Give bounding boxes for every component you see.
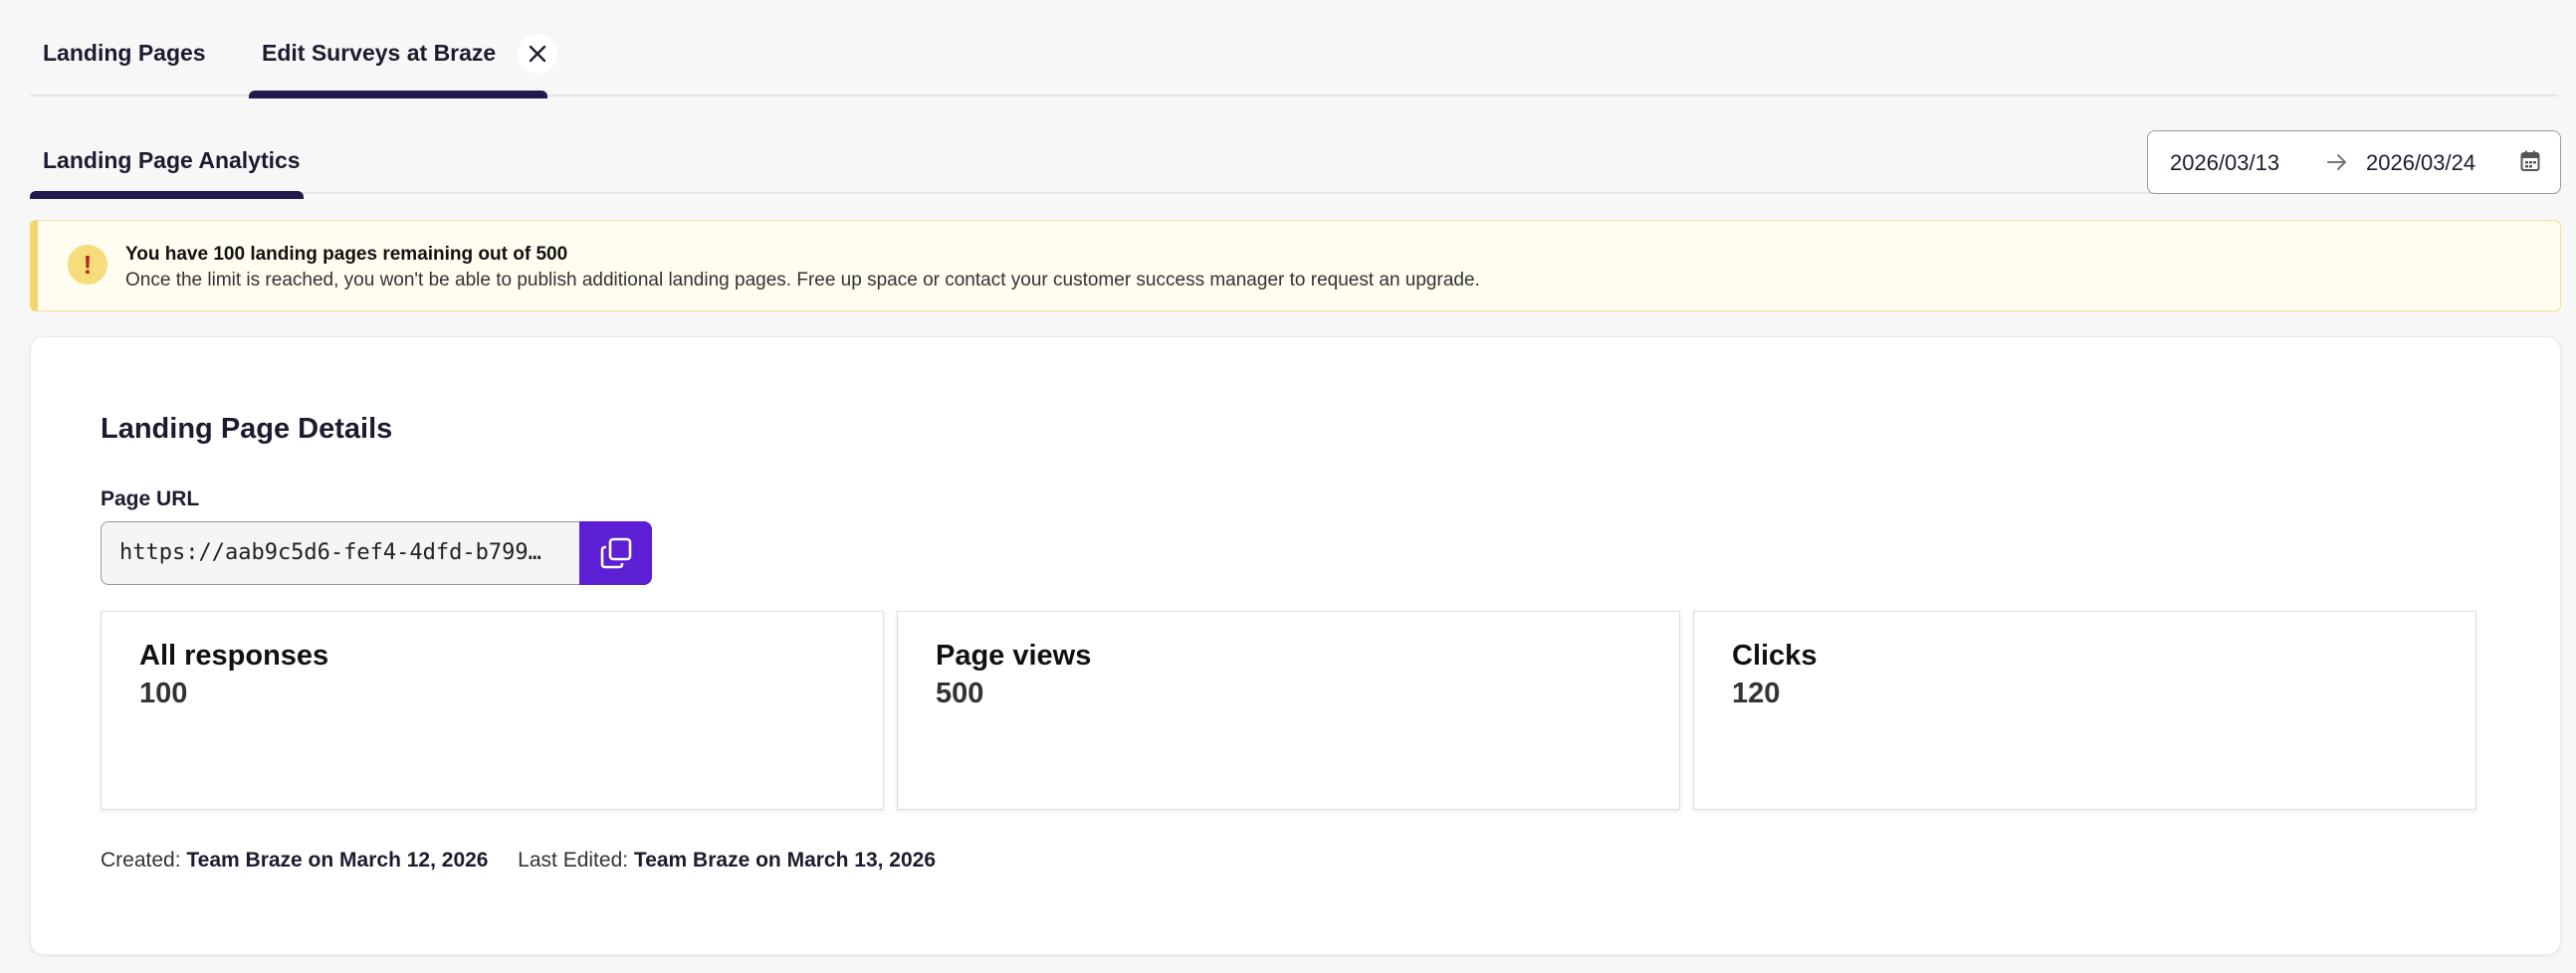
- stat-card-clicks: Clicks 120: [1693, 611, 2476, 810]
- stat-value: 500: [936, 678, 984, 709]
- stat-card-page-views: Page views 500: [897, 611, 1680, 810]
- tab-edit-surveys-label: Edit Surveys at Braze: [262, 40, 497, 66]
- copy-icon: [600, 537, 631, 569]
- arrow-right-icon: [2325, 149, 2349, 181]
- last-edited-label: Last Edited:: [518, 849, 629, 872]
- date-range-picker[interactable]: 2026/03/13 2026/03/24: [2147, 130, 2561, 194]
- stat-value: 120: [1732, 678, 1781, 709]
- last-edited-value: Team Braze on March 13, 2026: [633, 849, 937, 872]
- alert-title: You have 100 landing pages remaining out…: [125, 244, 568, 265]
- stat-card-all-responses: All responses 100: [101, 611, 884, 810]
- close-tab-button[interactable]: [518, 34, 557, 74]
- close-icon: [529, 45, 546, 63]
- landing-page-details-card: Landing Page Details Page URL https://aa…: [30, 336, 2561, 955]
- calendar-icon[interactable]: [2520, 149, 2540, 179]
- exclamation-icon: !: [68, 245, 107, 285]
- page-metadata: Created: Team Braze on March 12, 2026 La…: [101, 849, 936, 873]
- tab-landing-pages-label: Landing Pages: [43, 40, 206, 66]
- start-date[interactable]: 2026/03/13: [2170, 150, 2279, 176]
- page-url-label: Page URL: [101, 487, 200, 510]
- copy-url-button[interactable]: [579, 521, 652, 585]
- top-tab-bar: Landing Pages Edit Surveys at Braze: [30, 0, 2558, 98]
- tab-analytics-label: Landing Page Analytics: [43, 147, 301, 173]
- end-date[interactable]: 2026/03/24: [2366, 150, 2475, 176]
- page-url-field[interactable]: https://aab9c5d6-fef4-4dfd-b799…: [101, 521, 580, 585]
- page: Landing Pages Edit Surveys at Braze Land…: [0, 0, 2576, 973]
- alert-message: Once the limit is reached, you won't be …: [125, 270, 1480, 291]
- created-value: Team Braze on March 12, 2026: [186, 849, 489, 872]
- section-title: Landing Page Details: [101, 413, 393, 445]
- tab-edit-surveys[interactable]: Edit Surveys at Braze: [249, 34, 557, 98]
- stat-label: Clicks: [1732, 640, 1818, 672]
- stat-value: 100: [139, 678, 188, 709]
- stat-label: All responses: [139, 640, 329, 672]
- stat-label: Page views: [936, 640, 1092, 672]
- tab-landing-pages[interactable]: Landing Pages: [43, 40, 206, 97]
- tab-landing-page-analytics[interactable]: Landing Page Analytics: [30, 147, 304, 199]
- active-tab-indicator: [249, 91, 547, 98]
- limit-alert: ! You have 100 landing pages remaining o…: [30, 220, 2561, 311]
- active-subtab-indicator: [30, 191, 304, 199]
- created-label: Created:: [101, 849, 181, 872]
